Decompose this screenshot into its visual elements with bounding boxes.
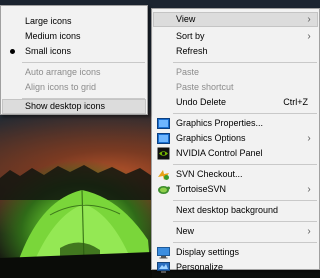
- svn-checkout-icon: [158, 170, 169, 180]
- menu-item-tortoisesvn-label: TortoiseSVN: [176, 184, 227, 194]
- menu-item-tortoisesvn[interactable]: TortoiseSVN ›: [153, 182, 318, 197]
- menu-item-display-settings[interactable]: Display settings: [153, 245, 318, 260]
- chevron-right-icon: ›: [307, 133, 311, 144]
- menu-separator: [22, 62, 145, 63]
- menu-item-graphics-properties-label: Graphics Properties...: [176, 118, 264, 128]
- menu-item-paste-shortcut[interactable]: Paste shortcut: [153, 80, 318, 95]
- tortoisesvn-icon: [158, 186, 170, 194]
- menu-item-svn-checkout-label: SVN Checkout...: [176, 169, 243, 179]
- submenu-item-large-icons[interactable]: Large icons: [2, 14, 146, 29]
- intel-graphics-icon: [157, 118, 170, 129]
- display-settings-icon: [157, 247, 170, 259]
- intel-graphics-icon: [157, 133, 170, 144]
- menu-separator: [173, 242, 317, 243]
- menu-item-graphics-options-label: Graphics Options: [176, 133, 246, 143]
- submenu-item-small-icons[interactable]: Small icons: [2, 44, 146, 59]
- menu-separator: [173, 113, 317, 114]
- menu-separator: [173, 200, 317, 201]
- menu-item-graphics-properties[interactable]: Graphics Properties...: [153, 116, 318, 131]
- chevron-right-icon: ›: [307, 226, 311, 237]
- submenu-item-label: Auto arrange icons: [25, 67, 101, 77]
- menu-item-new-label: New: [176, 226, 195, 236]
- menu-item-personalize[interactable]: Personalize: [153, 260, 318, 275]
- menu-item-personalize-label: Personalize: [176, 262, 224, 272]
- menu-item-sort-by-label: Sort by: [176, 31, 205, 41]
- menu-item-next-desktop-background-label: Next desktop background: [176, 205, 279, 215]
- submenu-item-align-icons-to-grid[interactable]: Align icons to grid: [2, 80, 146, 95]
- menu-item-new[interactable]: New ›: [153, 224, 318, 239]
- menu-item-nvidia-control-panel-label: NVIDIA Control Panel: [176, 148, 263, 158]
- view-submenu: Large icons Medium icons Small icons Aut…: [0, 5, 148, 115]
- menu-separator: [173, 62, 317, 63]
- menu-item-undo-delete-label: Undo Delete: [176, 97, 227, 107]
- submenu-item-label: Show desktop icons: [25, 101, 106, 111]
- menu-item-view-label: View: [176, 14, 196, 24]
- menu-item-undo-delete[interactable]: Undo Delete Ctrl+Z: [153, 95, 318, 110]
- submenu-item-medium-icons[interactable]: Medium icons: [2, 29, 146, 44]
- menu-item-paste-shortcut-label: Paste shortcut: [176, 82, 234, 92]
- selected-radio-bullet-icon: [10, 49, 15, 54]
- submenu-item-auto-arrange-icons[interactable]: Auto arrange icons: [2, 65, 146, 80]
- menu-item-svn-checkout[interactable]: SVN Checkout...: [153, 167, 318, 182]
- chevron-right-icon: ›: [307, 14, 311, 25]
- chevron-right-icon: ›: [307, 31, 311, 42]
- menu-item-next-desktop-background[interactable]: Next desktop background: [153, 203, 318, 218]
- menu-item-refresh-label: Refresh: [176, 46, 208, 56]
- menu-separator: [173, 164, 317, 165]
- menu-item-sort-by[interactable]: Sort by ›: [153, 29, 318, 44]
- menu-item-paste[interactable]: Paste: [153, 65, 318, 80]
- menu-item-graphics-options[interactable]: Graphics Options ›: [153, 131, 318, 146]
- menu-separator: [173, 221, 317, 222]
- submenu-item-label: Small icons: [25, 46, 72, 56]
- chevron-right-icon: ›: [307, 184, 311, 195]
- submenu-item-show-desktop-icons[interactable]: Show desktop icons: [2, 99, 146, 114]
- menu-item-display-settings-label: Display settings: [176, 247, 240, 257]
- menu-item-view[interactable]: View ›: [153, 12, 318, 27]
- submenu-item-label: Large icons: [25, 16, 72, 26]
- menu-item-refresh[interactable]: Refresh: [153, 44, 318, 59]
- personalize-icon: [157, 262, 170, 273]
- menu-item-nvidia-control-panel[interactable]: NVIDIA Control Panel: [153, 146, 318, 161]
- nvidia-icon: [157, 147, 170, 160]
- keyboard-shortcut: Ctrl+Z: [283, 97, 308, 107]
- menu-item-paste-label: Paste: [176, 67, 200, 77]
- submenu-item-label: Medium icons: [25, 31, 81, 41]
- desktop-context-menu: View › Sort by › Refresh Paste Paste sho…: [151, 8, 320, 273]
- submenu-item-label: Align icons to grid: [25, 82, 97, 92]
